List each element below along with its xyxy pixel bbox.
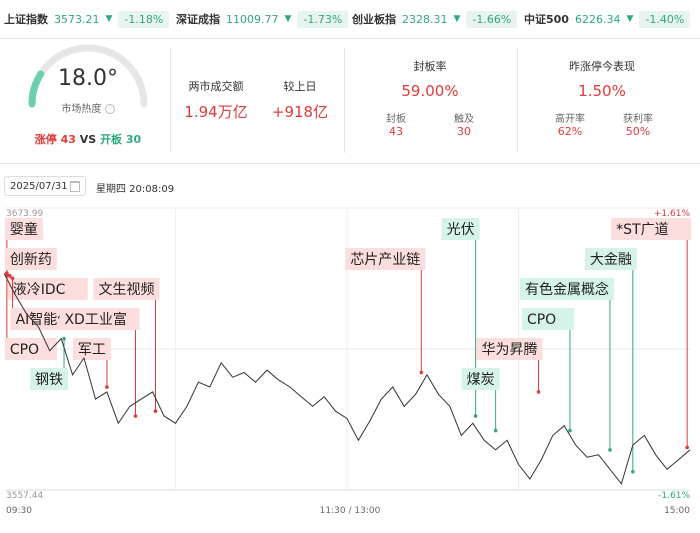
annotation-layer: 婴童创新药液冷IDCAI智能体CPO钢铁军工XD工业富文生视频芯片产业链光伏煤炭… [4,218,692,474]
annotation-label: 光伏 [447,222,475,238]
annotation-tag: XD工业富 [59,308,140,418]
annotation-tag: 军工 [72,338,111,389]
annotation-dot [608,448,612,452]
annotation-dot [473,414,478,418]
annotation-label: XD工业富 [64,311,126,328]
index-change-badge: -1.18% [118,10,170,28]
open-count: 30 [125,133,142,146]
annotation-label: CPO [10,342,39,358]
yesterday-label: 昨涨停今表现 [569,60,635,73]
intraday-chart[interactable]: 婴童创新药液冷IDCAI智能体CPO钢铁军工XD工业富文生视频芯片产业链光伏煤炭… [0,200,700,533]
annotation-dot [493,428,498,433]
annotation-dot [10,276,15,280]
seal-rate-value: 59.00% [401,82,459,100]
date-picker[interactable]: 2025/07/31 [4,176,86,196]
profit-rate-value: 50% [625,125,651,138]
sealed-value: 43 [389,125,403,138]
down-arrow-icon: ▼ [626,14,634,24]
annotation-label: 有色金属概念 [525,281,609,298]
vs-label: VS [79,133,97,146]
annotation-tag: 有色金属概念 [519,278,614,452]
annotation-tag: 液冷IDC [7,273,88,300]
touched-label: 触及 [454,114,474,125]
date-value: 2025/07/31 [10,180,68,192]
annotation-label: 婴童 [10,221,38,238]
heat-value: 18.0° [58,66,118,91]
index-name: 中证500 [524,13,569,26]
index-change-badge: -1.40% [639,10,691,28]
index-value: 2328.31 [402,12,448,26]
index-change-badge: -1.66% [466,10,518,28]
datetime-text: 星期四 20:08:09 [96,184,175,195]
annotation-label: 芯片产业链 [350,252,420,268]
annotation-label: 创新药 [10,252,52,268]
index-value: 6226.34 [574,12,621,26]
index-name: 上证指数 [4,13,48,26]
annotation-tag: 煤炭 [461,368,500,433]
prev-day-label: 较上日 [283,80,317,93]
info-icon[interactable] [104,104,115,114]
annotation-tag: 芯片产业链 [345,248,426,375]
turnover-value: 1.94万亿 [184,103,248,121]
down-arrow-icon: ▼ [105,14,113,24]
high-open-label: 高开率 [555,114,585,125]
annotation-label: CPO [527,312,556,328]
heat-label: 市场热度 [45,100,131,115]
prev-day-value: +918亿 [271,103,329,121]
annotation-label: 煤炭 [467,372,495,388]
index-bar: 上证指数 3573.21 ▼ -1.18% 深证成指 11009.77 ▼ -1… [0,0,700,39]
index-chinext[interactable]: 创业板指 2328.31 ▼ -1.66% [352,9,518,29]
index-change-badge: -1.73% [297,10,349,28]
down-arrow-icon: ▼ [453,14,461,24]
x-label-start: 09:30 [6,506,32,516]
high-open-value: 62% [557,125,583,138]
annotation-dot [105,385,109,389]
annotation-dot [419,370,424,375]
annotation-dot [568,428,572,433]
index-name: 创业板指 [352,13,396,26]
turnover-label: 两市成交额 [188,80,244,93]
y-max-label: 3673.99 [6,209,43,219]
annotation-label: 军工 [78,342,106,358]
annotation-label: 大金融 [590,252,632,268]
index-name: 深证成指 [176,13,220,26]
annotation-dot [133,414,138,418]
open-label: 开板 [100,133,123,146]
annotation-dot [631,469,635,474]
annotation-label: 液冷IDC [13,282,66,298]
annotation-tag: 创新药 [4,248,57,276]
gauge-fill [28,70,45,108]
annotation-label: 华为昇腾 [482,341,538,358]
calendar-icon[interactable] [70,180,80,192]
x-label-mid: 11:30 / 13:00 [320,506,381,516]
index-value: 3573.21 [54,12,100,26]
profit-rate-label: 获利率 [623,114,653,125]
annotation-label: *ST广道 [616,222,668,238]
annotation-dot [536,390,541,394]
annotation-label: 钢铁 [35,372,63,388]
annotation-dot [153,409,158,414]
seal-rate-label: 封板率 [413,60,447,73]
x-label-end: 15:00 [664,506,690,516]
annotation-tag: CPO [521,308,574,433]
index-value: 11009.77 [226,12,279,26]
limit-up-label: 涨停 [34,133,57,146]
y-min-label: 3557.44 [6,491,43,501]
annotation-dot [62,336,66,341]
down-arrow-icon: ▼ [284,14,292,24]
index-csi500[interactable]: 中证500 6226.34 ▼ -1.40% [524,9,691,29]
index-shanghai[interactable]: 上证指数 3573.21 ▼ -1.18% [4,9,170,29]
y-min-pct-label: -1.61% [658,491,690,501]
limit-up-count: 43 [60,133,76,146]
yesterday-value: 1.50% [578,82,626,100]
annotation-dot [685,445,689,450]
annotation-label: 文生视频 [98,282,154,298]
sealed-label: 封板 [386,114,406,125]
limit-summary: 涨停 43 VS 开板 30 [32,131,144,147]
touched-value: 30 [457,125,471,138]
y-max-pct-label: +1.61% [654,209,691,219]
index-shenzhen[interactable]: 深证成指 11009.77 ▼ -1.73% [176,9,349,29]
